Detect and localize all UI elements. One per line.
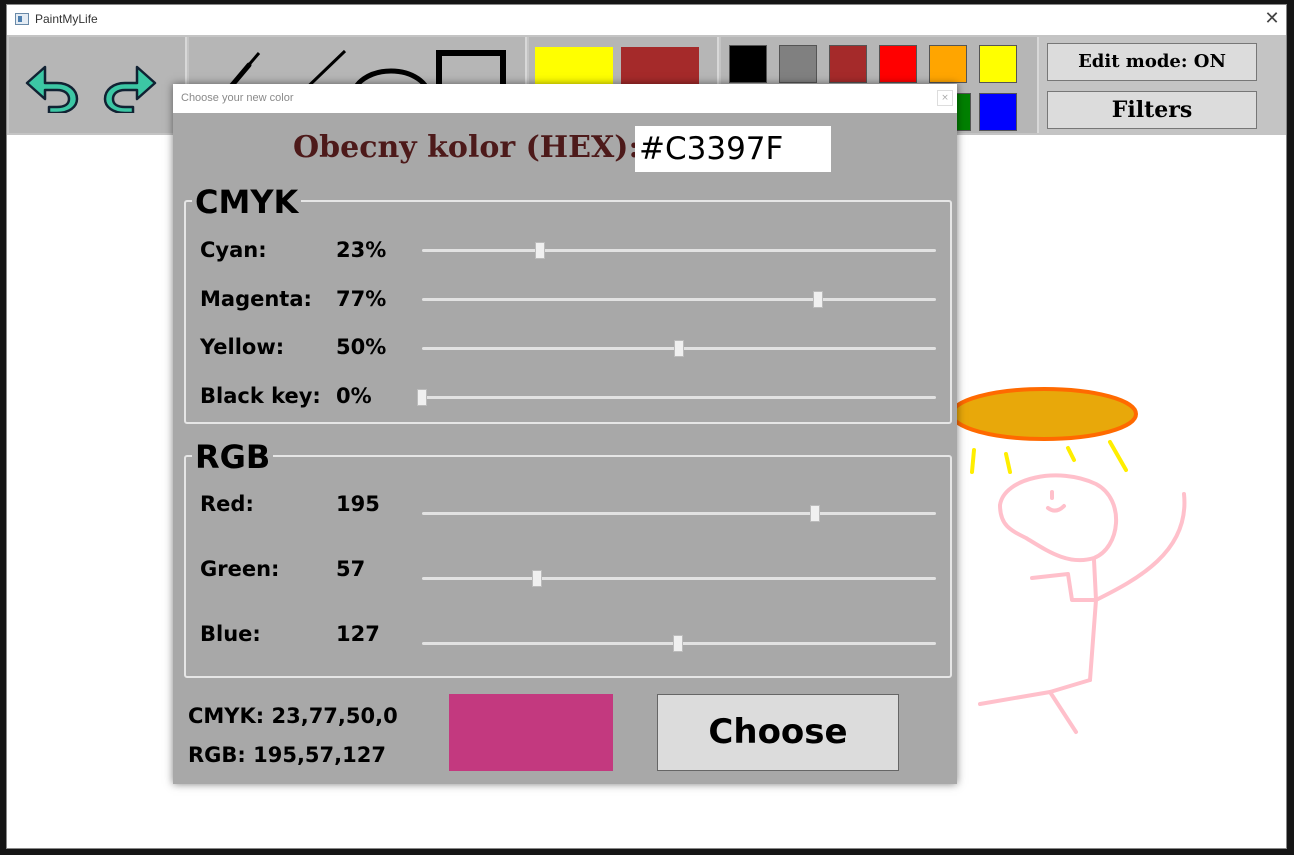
rgb-slider-2[interactable] xyxy=(422,635,936,652)
cmyk-value-3: 0% xyxy=(336,384,372,408)
window-title: PaintMyLife xyxy=(35,12,98,26)
cmyk-slider-2[interactable] xyxy=(422,340,936,357)
rgb-slider-0[interactable] xyxy=(422,505,936,522)
rgb-summary: RGB: 195,57,127 xyxy=(188,743,386,767)
cmyk-label-0: Cyan: xyxy=(200,238,267,262)
cmyk-slider-handle-1[interactable] xyxy=(812,291,823,308)
color-chooser-dialog: Choose your new color × Obecny kolor (HE… xyxy=(173,84,957,784)
color-preview-swatch xyxy=(449,694,613,771)
cmyk-value-1: 77% xyxy=(336,287,387,311)
rgb-slider-1[interactable] xyxy=(422,570,936,587)
hex-label: Obecny kolor (HEX): xyxy=(293,130,640,165)
main-titlebar[interactable]: PaintMyLife ✕ xyxy=(7,5,1286,35)
undo-icon[interactable] xyxy=(23,63,81,113)
filters-button[interactable]: Filters xyxy=(1047,91,1257,129)
cmyk-value-0: 23% xyxy=(336,238,387,262)
hex-input[interactable] xyxy=(635,126,831,172)
cmyk-slider-0[interactable] xyxy=(422,242,936,259)
secondary-color-swatch[interactable] xyxy=(621,47,699,87)
palette-swatch-black[interactable] xyxy=(729,45,767,83)
rgb-label-0: Red: xyxy=(200,492,254,516)
cmyk-label-3: Black key: xyxy=(200,384,321,408)
canvas-drawing xyxy=(950,387,1187,734)
cmyk-value-2: 50% xyxy=(336,335,387,359)
cmyk-summary: CMYK: 23,77,50,0 xyxy=(188,704,398,728)
edit-mode-button[interactable]: Edit mode: ON xyxy=(1047,43,1257,81)
cmyk-slider-3[interactable] xyxy=(417,389,936,406)
cmyk-label-1: Magenta: xyxy=(200,287,312,311)
dialog-titlebar[interactable]: Choose your new color × xyxy=(173,84,957,113)
rgb-group: RGB Red: 195 Green: 57 Blue: 127 xyxy=(184,439,952,678)
rgb-label-1: Green: xyxy=(200,557,280,581)
app-icon xyxy=(15,13,29,25)
halo-rays xyxy=(970,440,1128,474)
palette-swatch-red[interactable] xyxy=(879,45,917,83)
close-icon[interactable]: ✕ xyxy=(1262,9,1282,29)
stick-figure xyxy=(978,473,1187,734)
dialog-close-icon[interactable]: × xyxy=(937,90,953,106)
rgb-slider-handle-0[interactable] xyxy=(810,505,821,522)
rgb-value-2: 127 xyxy=(336,622,380,646)
palette-swatch-brown[interactable] xyxy=(829,45,867,83)
palette-swatch-gray[interactable] xyxy=(779,45,817,83)
palette-swatch-blue[interactable] xyxy=(979,93,1017,131)
primary-color-swatch[interactable] xyxy=(535,47,613,87)
cmyk-label-2: Yellow: xyxy=(200,335,285,359)
redo-icon[interactable] xyxy=(101,63,159,113)
cmyk-slider-handle-0[interactable] xyxy=(535,242,546,259)
dialog-title: Choose your new color xyxy=(181,92,294,104)
rgb-slider-handle-2[interactable] xyxy=(672,635,683,652)
cmyk-group: CMYK Cyan: 23% Magenta: 77% Yellow: 50% Black … xyxy=(184,184,952,424)
rgb-slider-handle-1[interactable] xyxy=(532,570,543,587)
choose-button[interactable]: Choose xyxy=(657,694,899,771)
rgb-value-1: 57 xyxy=(336,557,366,581)
cmyk-slider-1[interactable] xyxy=(422,291,936,308)
cmyk-group-title: CMYK xyxy=(192,184,302,220)
palette-swatch-yellow[interactable] xyxy=(979,45,1017,83)
cmyk-slider-handle-2[interactable] xyxy=(674,340,684,357)
rgb-group-title: RGB xyxy=(192,439,274,475)
palette-swatch-orange[interactable] xyxy=(929,45,967,83)
rgb-label-2: Blue: xyxy=(200,622,261,646)
history-group xyxy=(9,37,187,133)
rgb-value-0: 195 xyxy=(336,492,380,516)
cmyk-slider-handle-3[interactable] xyxy=(417,389,427,406)
halo-shape xyxy=(950,387,1138,441)
